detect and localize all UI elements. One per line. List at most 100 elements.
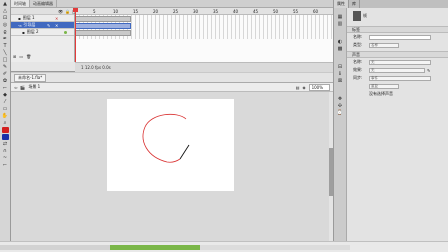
new-folder-icon[interactable]: ▭ [19,54,23,60]
layer-name[interactable]: 图层 2 [27,29,39,35]
effect-row: 效果: 无 ✎ [347,66,448,74]
edit-effect-icon[interactable]: ✎ [427,68,430,73]
zoom-select[interactable]: 100% [308,83,330,91]
pencil-tool-icon[interactable]: ✎ [2,64,9,70]
align-icon[interactable]: ⊟ [337,64,344,70]
frame-number: 50 [273,9,279,14]
sync-label: 同步: [353,75,363,80]
history-icon[interactable]: ⌚ [337,110,344,116]
properties-content: 帧 标签 名称: 类型: 名称 声音 名称: 无 效果: 无 ✎ 同步: 事件 … [347,8,448,252]
paint-bucket-icon[interactable]: ◆ [2,92,9,98]
frame-ruler[interactable]: 5 10 15 20 25 30 35 40 45 50 55 60 [75,8,333,15]
properties-panel: 属性 库 ▦ ▥ ◐ ▩ ⊟ ℹ ⊠ ❖ ✣ ⌚ 帧 标签 名称: 类型: 名称… [333,0,448,252]
sound-section[interactable]: 声音 [347,51,448,58]
type-row: 类型: 名称 [347,41,448,49]
frame-span-guide[interactable] [75,23,131,29]
tab-properties[interactable]: 属性 [334,0,349,8]
playhead-handle[interactable] [73,8,78,12]
text-tool-icon[interactable]: T [2,43,9,49]
line-stroke [179,144,190,160]
stroke-color-swatch[interactable] [1,127,9,133]
frame-grid[interactable]: 5 10 15 20 25 30 35 40 45 50 55 60 [73,8,333,62]
hand-tool-icon[interactable]: ✋ [2,113,9,119]
library-icon[interactable]: ▥ [337,21,344,27]
taskbar [0,241,448,252]
info-icon[interactable]: ℹ [337,71,344,77]
pen-tool-icon[interactable]: ✒ [2,36,9,42]
sound-select[interactable]: 无 [369,59,431,65]
document-tab[interactable]: 未命名-1.fla* [14,73,47,82]
tab-motion-editor[interactable]: 动画编辑器 [30,0,57,7]
3d-rotation-tool-icon[interactable]: ◎ [2,22,9,28]
edit-scene-icon[interactable]: ▤ [296,85,300,90]
frame-icon [353,11,361,21]
fill-color-swatch[interactable] [1,134,9,140]
frame-number: 55 [293,9,299,14]
new-layer-icon[interactable]: ⊞ [13,54,16,60]
lasso-tool-icon[interactable]: ϱ [2,29,9,35]
frame-name-input[interactable] [369,34,431,40]
subselection-tool-icon[interactable]: △ [2,8,9,14]
straighten-icon[interactable]: ⌐ [2,162,9,168]
free-transform-tool-icon[interactable]: ⊡ [2,15,9,21]
layer-row[interactable]: ▪ 图层 2 [11,29,74,36]
actions-icon[interactable]: ✣ [337,103,344,109]
eraser-icon[interactable]: ▭ [2,106,9,112]
frame-number: 45 [253,9,259,14]
frame-number: 30 [193,9,199,14]
type-select[interactable]: 名称 [369,42,399,48]
swap-colors-icon[interactable]: ⇄ [2,141,9,147]
layer-name[interactable]: 图层 1 [23,15,35,21]
layer-icon: ▪ [22,29,25,35]
layer-row[interactable]: ▪ 图层 1 ✕ [11,15,74,22]
playhead[interactable] [75,8,76,62]
object-type: 帧 [363,13,367,18]
components-icon[interactable]: ❖ [337,96,344,102]
deco-tool-icon[interactable]: ✿ [2,78,9,84]
transform-icon[interactable]: ⊠ [337,78,344,84]
properties-tabs: 属性 库 [334,0,448,8]
frame-span-layer2[interactable] [75,30,131,36]
stage-canvas[interactable] [107,99,234,191]
color-icon[interactable]: ◐ [337,39,344,45]
scene-name: 场景 1 [28,84,41,89]
layer-buttons: ⊞ ▭ 🗑 [13,54,63,60]
object-header: 帧 [347,8,448,24]
properties-icon[interactable]: ▦ [337,14,344,20]
frame-span-layer1[interactable] [75,16,131,22]
line-tool-icon[interactable]: ╲ [2,50,9,56]
layer-name[interactable]: 引导层 [23,22,35,28]
sync-select[interactable]: 事件 [369,75,431,81]
zoom-tool-icon[interactable]: ⌕ [2,120,9,126]
brush-tool-icon[interactable]: ✐ [2,71,9,77]
label-section[interactable]: 标签 [347,26,448,33]
eye-icon[interactable]: 👁 [58,9,63,14]
selection-tool-icon[interactable]: ▲ [2,1,9,7]
repeat-row: 重复 [347,82,448,90]
taskbar-accent [110,245,200,250]
effect-select[interactable]: 无 [369,67,425,73]
bone-tool-icon[interactable]: ⌐ [2,85,9,91]
snap-icon[interactable]: ∩ [2,148,9,154]
tab-library[interactable]: 库 [349,0,360,8]
edit-symbol-icon[interactable]: ◈ [302,85,305,90]
timeline-status: 1 12.0 fps 0.0s [75,62,333,72]
type-label: 类型: [353,42,363,47]
tab-timeline[interactable]: 时间轴 [11,0,30,7]
panel-icon-strip: ▦ ▥ ◐ ▩ ⊟ ℹ ⊠ ❖ ✣ ⌚ [334,8,347,252]
swatches-icon[interactable]: ▩ [337,46,344,52]
sound-name-label: 名称: [353,59,363,64]
back-arrow-icon[interactable]: ⇦ [14,85,17,90]
frame-number: 20 [153,9,159,14]
eyedropper-icon[interactable]: ⁄ [2,99,9,105]
delete-layer-icon[interactable]: 🗑 [26,54,31,60]
layer-row-selected[interactable]: ↝ 引导层 ✎ ✕ [11,22,74,29]
rectangle-tool-icon[interactable]: □ [2,57,9,63]
hidden-x-icon[interactable]: ✕ [55,23,58,28]
scene-icon: 🎬 [20,84,26,90]
lock-icon[interactable]: 🔒 [65,9,70,14]
repeat-select[interactable]: 重复 [369,83,399,89]
smooth-icon[interactable]: ~ [2,155,9,161]
guide-curve [142,113,187,163]
hidden-x-icon[interactable]: ✕ [55,16,58,21]
